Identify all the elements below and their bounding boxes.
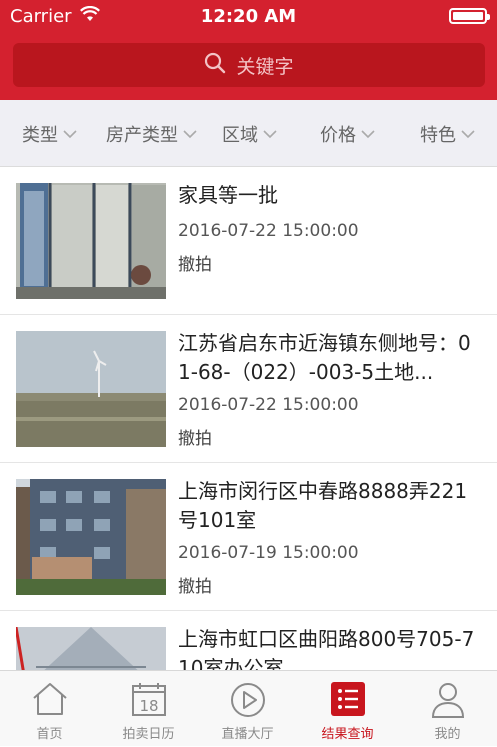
search-icon [204, 52, 236, 79]
battery-icon [449, 8, 490, 24]
item-thumbnail [16, 627, 166, 670]
filter-region[interactable]: 区域 [222, 100, 277, 167]
tab-label: 我的 [434, 727, 461, 742]
svg-text:18: 18 [139, 697, 158, 715]
chevron-down-icon [183, 123, 197, 144]
filter-feature[interactable]: 特色 [420, 100, 475, 167]
tab-bar: 首页 18 拍卖日历 直播大厅 结果查询 我的 [0, 670, 497, 746]
item-title: 家具等一批 [178, 183, 278, 207]
clock: 12:20 AM [200, 6, 297, 27]
filter-property-type[interactable]: 房产类型 [106, 100, 197, 167]
list-item[interactable]: 上海市闵行区中春路8888弄221号101室 2016-07-19 15:00:… [0, 463, 497, 611]
tab-label: 首页 [36, 727, 63, 742]
filter-label: 区域 [222, 124, 258, 146]
tab-auction-calendar[interactable]: 18 拍卖日历 [99, 671, 198, 747]
chevron-down-icon [63, 123, 77, 144]
filter-price[interactable]: 价格 [320, 100, 375, 167]
item-status: 撤拍 [178, 255, 212, 275]
header: Carrier 12:20 AM 关键字 [0, 0, 497, 100]
play-icon [229, 681, 267, 723]
tab-label: 直播大厅 [221, 727, 274, 742]
chevron-down-icon [461, 123, 475, 144]
status-bar: Carrier 12:20 AM [0, 0, 497, 34]
filter-bar: 类型 房产类型 区域 价格 特色 [0, 100, 497, 167]
list-item[interactable]: 家具等一批 2016-07-22 15:00:00 撤拍 [0, 167, 497, 315]
home-icon [31, 681, 69, 721]
item-status: 撤拍 [178, 577, 212, 597]
item-date: 2016-07-22 15:00:00 [178, 395, 359, 415]
item-thumbnail [16, 331, 166, 447]
tab-result-query[interactable]: 结果查询 [298, 671, 397, 747]
result-list: 家具等一批 2016-07-22 15:00:00 撤拍 江苏省启东市近海镇东侧… [0, 167, 497, 670]
tab-live-hall[interactable]: 直播大厅 [198, 671, 297, 747]
filter-label: 特色 [420, 124, 456, 146]
search-bar[interactable]: 关键字 [13, 43, 485, 87]
item-title: 上海市闵行区中春路8888弄221号101室 [178, 479, 468, 532]
calendar-icon: 18 [131, 681, 167, 721]
chevron-down-icon [361, 123, 375, 144]
tab-label: 结果查询 [321, 727, 374, 742]
tab-mine[interactable]: 我的 [398, 671, 497, 747]
filter-type[interactable]: 类型 [22, 100, 77, 167]
chevron-down-icon [263, 123, 277, 144]
item-date: 2016-07-19 15:00:00 [178, 543, 359, 563]
list-item[interactable]: 上海市虹口区曲阳路800号705-710室办公室 [0, 611, 497, 670]
list-icon [330, 681, 366, 721]
item-title: 江苏省启东市近海镇东侧地号：01-68-（022）-003-5土地... [178, 331, 471, 384]
list-item[interactable]: 江苏省启东市近海镇东侧地号：01-68-（022）-003-5土地... 201… [0, 315, 497, 463]
item-thumbnail [16, 183, 166, 299]
tab-label: 拍卖日历 [122, 727, 175, 742]
item-thumbnail [16, 479, 166, 595]
filter-label: 房产类型 [106, 124, 178, 146]
search-placeholder: 关键字 [236, 55, 294, 78]
filter-label: 价格 [320, 124, 356, 146]
item-title: 上海市虹口区曲阳路800号705-710室办公室 [178, 627, 475, 670]
item-status: 撤拍 [178, 429, 212, 449]
person-icon [430, 681, 466, 723]
tab-home[interactable]: 首页 [0, 671, 99, 747]
filter-label: 类型 [22, 124, 58, 146]
item-date: 2016-07-22 15:00:00 [178, 221, 359, 241]
